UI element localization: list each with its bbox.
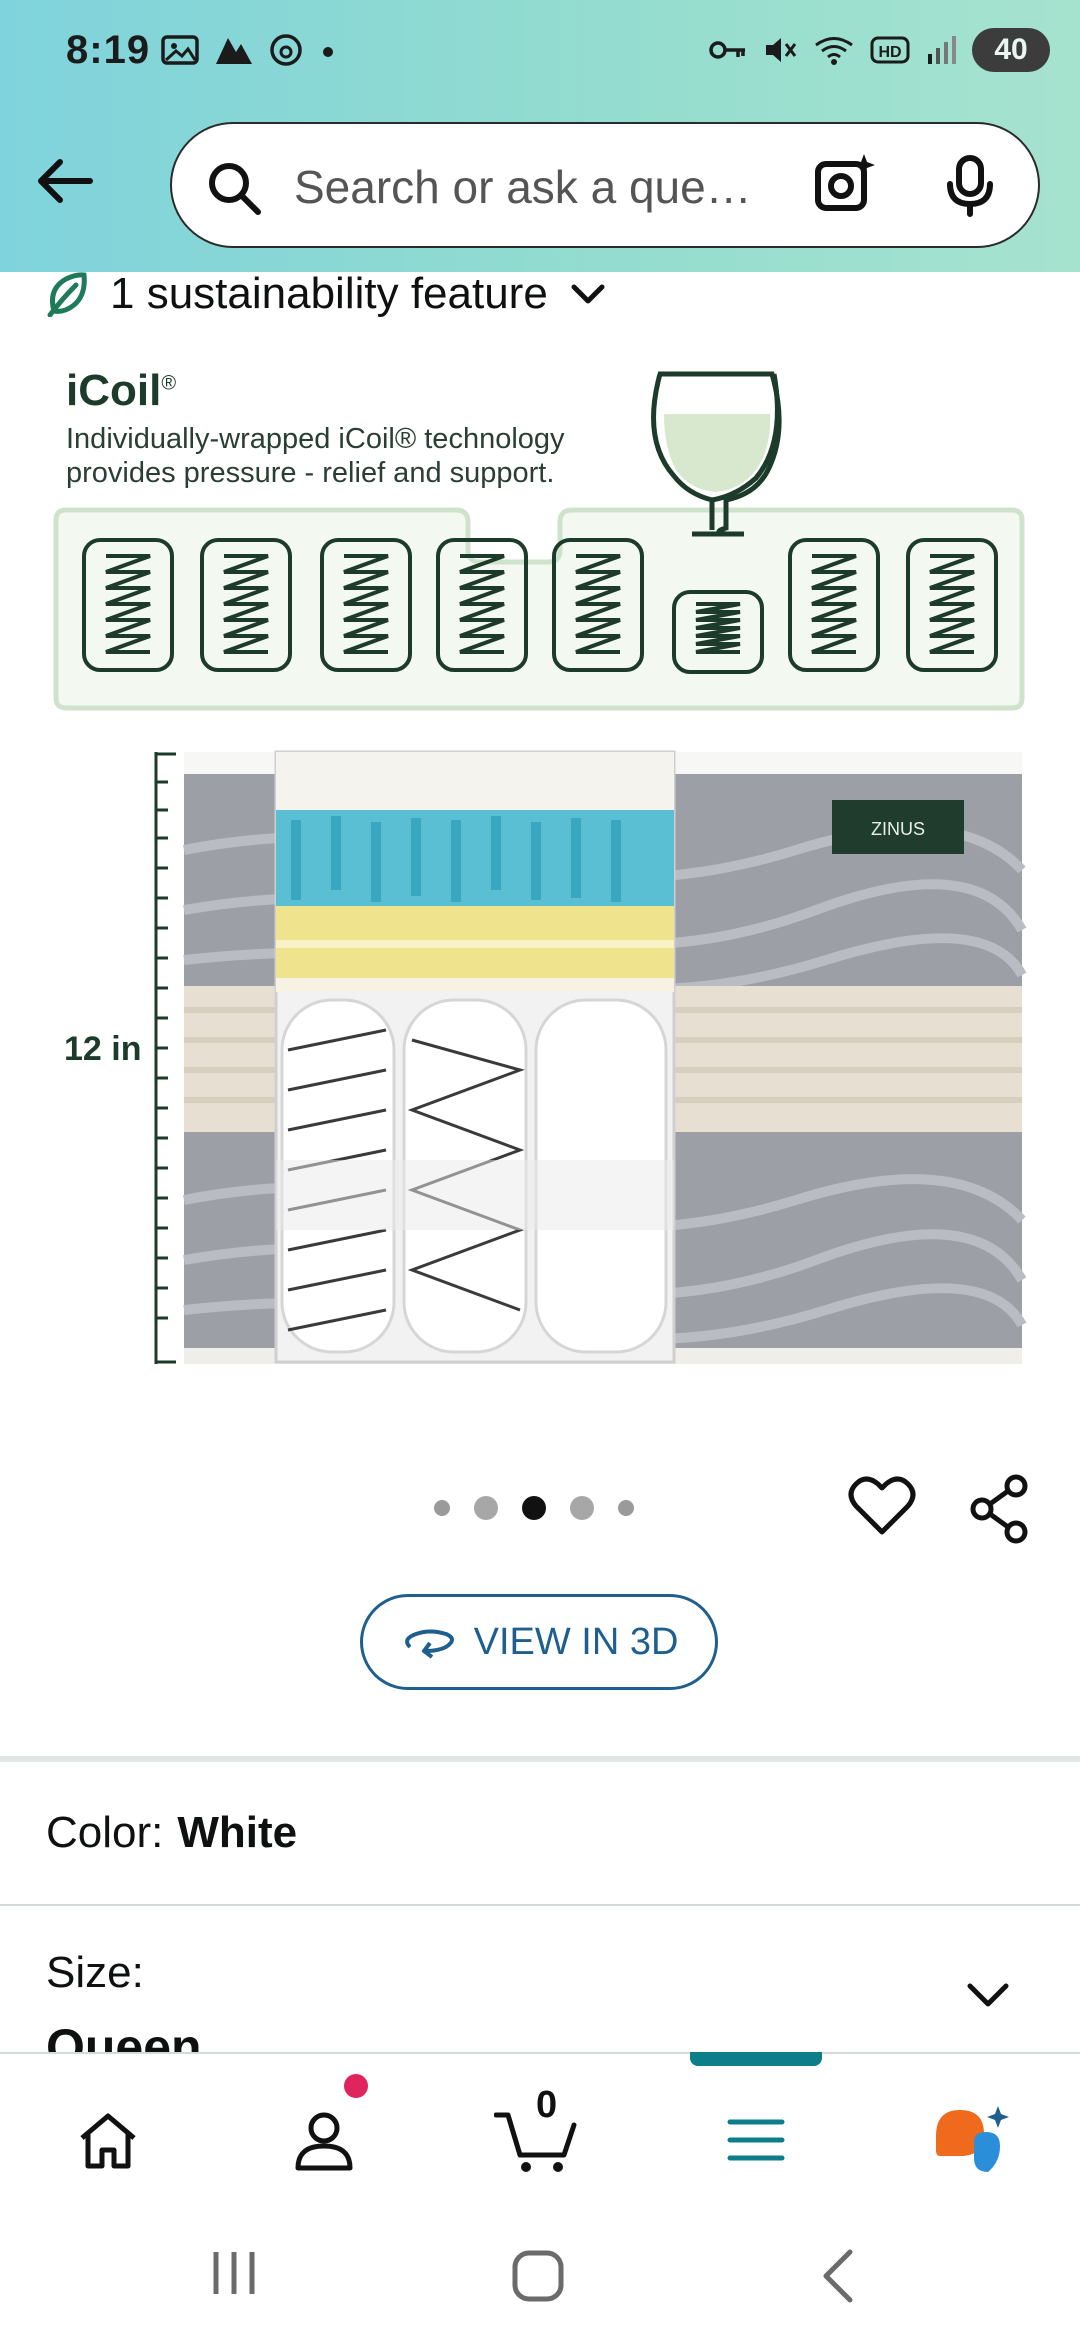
color-selector[interactable]: Color: White [46,1808,297,1858]
account-icon [295,2112,353,2171]
view-in-3d-label: VIEW IN 3D [473,1620,679,1663]
gallery-icon [161,35,199,65]
back-arrow-icon[interactable] [30,146,100,216]
status-notification-icons [160,32,338,68]
sustainability-feature-link[interactable]: 1 sustainability feature [46,264,606,324]
home-button-icon[interactable] [510,2248,566,2304]
menu-icon [727,2119,785,2161]
search-input[interactable]: Search or ask a que… [294,160,752,214]
nav-rufus[interactable] [922,2090,1022,2190]
row-divider [0,1904,1080,1906]
heart-icon[interactable] [848,1476,916,1538]
maps-icon [216,38,252,64]
top-header: 8:19 HD 40 Search or ask a que… [0,0,1080,272]
dot-icon [323,47,333,57]
mute-icon [766,38,797,62]
hd-icon: HD [870,36,910,64]
section-divider [0,1756,1080,1762]
rufus-assistant-icon [936,2106,1009,2172]
recent-apps-icon[interactable] [208,2248,260,2298]
nav-account[interactable] [274,2090,374,2190]
status-system-icons: HD 40 [708,28,1050,72]
vpn-key-icon [709,41,745,59]
view-in-3d-button[interactable]: VIEW IN 3D [360,1594,718,1690]
height-label: 12 in [64,1030,142,1068]
carousel-dot[interactable] [474,1496,498,1520]
size-label: Size: [46,1948,144,1997]
share-icon[interactable] [968,1474,1034,1544]
signal-icon [928,36,956,64]
color-value: White [177,1808,298,1857]
bottom-navigation: 0 [0,2052,1080,2214]
brand-tag: ZINUS [871,819,925,839]
leaf-icon [47,272,87,317]
product-image[interactable]: iCoil® Individually-wrapped iCoil® techn… [36,350,1036,1390]
carousel-indicator [434,1496,634,1520]
microphone-icon[interactable] [942,154,998,218]
carousel-dot[interactable] [434,1500,450,1516]
color-label: Color: [46,1808,164,1857]
search-bar[interactable]: Search or ask a que… [170,122,1040,248]
carousel-dot[interactable] [618,1500,634,1516]
back-button-icon[interactable] [818,2248,858,2304]
wifi-icon [815,37,853,65]
svg-text:HD: HD [878,44,901,61]
search-icon [209,163,261,215]
battery-indicator: 40 [972,28,1050,72]
status-bar: 8:19 HD 40 [0,0,1080,110]
cart-count: 0 [536,2084,558,2126]
notification-badge [344,2074,368,2098]
carousel-dot-active[interactable] [522,1496,546,1520]
camera-lens-icon[interactable] [812,152,878,218]
chevron-down-icon [571,284,605,304]
nav-home[interactable] [58,2090,158,2190]
chevron-down-icon[interactable] [966,1980,1010,2010]
carousel-dot[interactable] [570,1496,594,1520]
coil-diagram: ZINUS [53,371,1027,1364]
sustainability-label: 1 sustainability feature [110,269,548,318]
status-time: 8:19 [66,28,151,72]
system-navigation-bar [0,2212,1080,2340]
threads-icon [270,34,302,66]
rotate-3d-icon [404,1629,454,1659]
home-icon [80,2113,136,2169]
nav-menu[interactable] [706,2090,806,2190]
active-tab-indicator [690,2052,822,2066]
